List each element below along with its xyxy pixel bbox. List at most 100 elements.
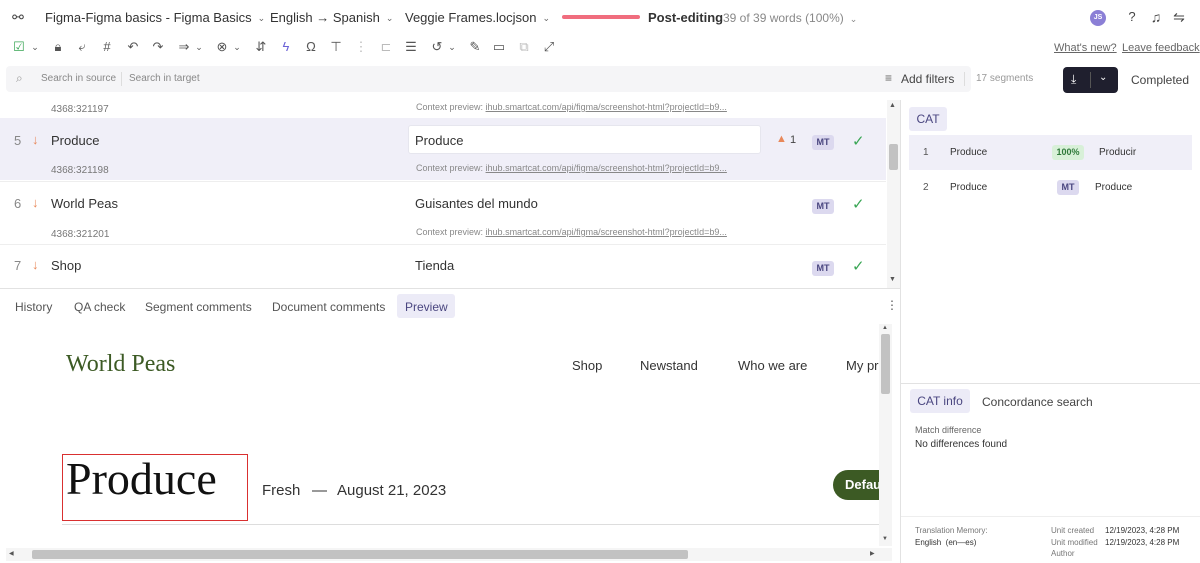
hash-icon[interactable]: # [98,38,116,56]
whats-new-link[interactable]: What's new? [1054,42,1117,54]
leave-feedback-link[interactable]: Leave feedback [1122,42,1200,54]
target-text[interactable]: Guisantes del mundo [415,196,538,211]
preview-dash: — [312,482,327,499]
tab-segment-comments[interactable]: Segment comments [145,300,252,314]
preview-subheading: Fresh [262,482,301,499]
bell-icon[interactable]: ♫ [1147,9,1165,25]
check-icon[interactable]: ✓ [852,257,865,275]
warning-count: 1 [790,134,797,146]
pen-icon[interactable]: ✎ [466,38,484,56]
preview-nav-newstand: Newstand [640,358,698,373]
match-number: 1 [923,147,929,158]
split-icon[interactable]: ⋮ [352,38,370,56]
lock-icon[interactable]: 🔒︎ [49,38,67,56]
help-icon[interactable]: ? [1123,9,1141,25]
table-row: 4368:321197 Context preview: ihub.smartc… [0,100,886,118]
avatar[interactable]: JS [1090,10,1106,26]
tab-document-comments[interactable]: Document comments [272,300,385,314]
add-filters-button[interactable]: Add filters [901,72,954,86]
chevron-down-icon: ⌄ [257,13,266,23]
tab-history[interactable]: History [15,300,52,314]
check-icon[interactable]: ✓ [852,195,865,213]
chevron-down-icon[interactable]: ⌄ [1099,72,1107,83]
target-text[interactable]: Tienda [415,258,454,273]
source-text: Shop [51,258,82,273]
tab-concordance-search[interactable]: Concordance search [982,395,1093,409]
search-icon: ⌕ [16,71,23,85]
target-editor[interactable]: Produce [408,125,761,154]
check-icon[interactable]: ✓ [852,132,865,150]
segment-id: 4368:321197 [51,104,109,115]
unit-created-label: Unit created [1051,526,1095,535]
match-source: Produce [950,147,988,158]
segment-count: 17 segments [976,73,1034,84]
tab-preview-label: Preview [405,300,448,314]
preview-scrollbar-horizontal[interactable]: ◀ ▶ [6,548,892,561]
segment-scrollbar[interactable]: ▲ ▼ [887,100,900,288]
undo-icon[interactable]: ↶ [124,38,142,56]
preview-button: Defau [833,470,880,500]
tm-value: English (en—es) [915,538,977,547]
file-dropdown[interactable]: Veggie Frames.locjson ⌄ [405,10,550,25]
omega-icon[interactable]: Ω [302,38,320,56]
cat-match-row-selected[interactable]: 1 Produce 100% Producir [909,135,1192,170]
preview-nav-who-we-are: Who we are [738,358,808,373]
expand-icon[interactable]: ⤢ [540,38,558,56]
target-text[interactable]: Produce [415,133,463,148]
redo-icon[interactable]: ↷ [149,38,167,56]
table-row[interactable]: 7 ↓ Shop Tienda MT ✓ [0,244,886,288]
match-number: 2 [923,182,929,193]
project-dropdown[interactable]: Figma-Figma basics - Figma Basics ⌄ [45,10,265,25]
more-vertical-icon[interactable]: ⋮ [886,298,898,312]
filter-icon[interactable]: ≡ [885,71,892,85]
segment-id: 4368:321198 [51,165,109,176]
stage-label: Post-editing [648,10,724,25]
chevron-down-icon[interactable]: ⌄ [190,38,208,56]
settings-icon[interactable]: ⇋ [1170,9,1188,25]
language-dropdown[interactable]: English → Spanish ⌄ [270,10,393,25]
tab-preview[interactable]: Preview [397,294,455,318]
copy-icon[interactable]: ⧉ [515,38,533,56]
context-preview: Context preview: ihub.smartcat.com/api/f… [416,102,727,112]
search-target-input[interactable]: Search in target [129,73,200,84]
context-preview: Context preview: ihub.smartcat.com/api/f… [416,163,727,173]
mt-badge: MT [812,199,834,214]
book-icon[interactable]: ▭ [490,38,508,56]
sliders-icon[interactable]: ⚯ [9,9,27,25]
context-link[interactable]: ihub.smartcat.com/api/figma/screenshot-h… [486,163,727,173]
tm-label: Translation Memory: [915,526,988,535]
unit-modified-value: 12/19/2023, 4:28 PM [1105,538,1180,547]
mt-badge: MT [1057,180,1079,195]
lightning-icon[interactable]: ϟ [277,38,295,56]
table-row-selected[interactable]: 5 ↓ Produce Produce ▲ 1 MT ✓ 4368:321198… [0,118,886,180]
search-source-input[interactable]: Search in source [41,73,116,84]
case-icon[interactable]: ⇵ [252,38,270,56]
source-text: World Peas [51,196,118,211]
context-link[interactable]: ihub.smartcat.com/api/figma/screenshot-h… [486,227,727,237]
match-difference-label: Match difference [915,425,982,435]
join-icon[interactable]: ⊏ [377,38,395,56]
download-button[interactable]: ⤓ ⌄ [1063,67,1118,93]
download-icon: ⤓ [1071,72,1077,86]
preview-scrollbar-vertical[interactable]: ▲ ▼ [879,324,892,546]
list-icon[interactable]: ☰ [402,38,420,56]
clear-icon[interactable]: ⤶ [73,38,91,56]
preview-date: August 21, 2023 [337,482,447,499]
tab-qa-check[interactable]: QA check [74,300,125,314]
tab-cat[interactable]: CAT [909,107,947,131]
warning-icon[interactable]: ▲ [776,133,787,145]
context-link[interactable]: ihub.smartcat.com/api/figma/screenshot-h… [486,102,727,112]
table-row[interactable]: 6 ↓ World Peas Guisantes del mundo MT ✓ … [0,181,886,243]
context-preview: Context preview: ihub.smartcat.com/api/f… [416,227,727,237]
tags-icon[interactable]: ⊤ [327,38,345,56]
chevron-down-icon[interactable]: ⌄ [228,38,246,56]
chevron-down-icon: ⌄ [542,13,551,23]
language-pair: English → Spanish [270,10,380,25]
chevron-down-icon[interactable]: ⌄ [26,38,44,56]
cat-match-row[interactable]: 2 Produce MT Produce [909,170,1192,205]
chevron-down-icon[interactable]: ⌄ [443,38,461,56]
cat-panel: CAT 1 Produce 100% Producir 2 Produce MT… [901,100,1200,563]
project-name: Figma-Figma basics - Figma Basics [45,10,252,25]
unit-modified-label: Unit modified [1051,538,1098,547]
tab-cat-info[interactable]: CAT info [910,389,970,413]
